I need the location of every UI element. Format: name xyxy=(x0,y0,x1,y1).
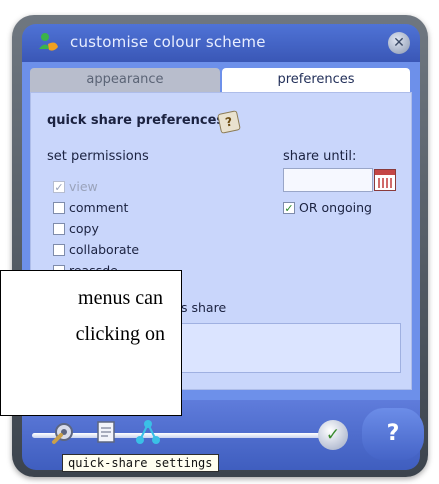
permission-label: copy xyxy=(69,221,99,236)
checkbox-view: ✓ xyxy=(53,181,65,194)
settings-wrench-icon[interactable] xyxy=(50,418,78,446)
user-palette-icon xyxy=(39,33,58,51)
window-title: customise colour scheme xyxy=(70,33,266,51)
section-heading: quick share preferences xyxy=(47,113,225,128)
set-permissions-label: set permissions xyxy=(47,149,149,164)
annotation-callout: menus can clicking on xyxy=(0,270,182,416)
close-icon[interactable]: ✕ xyxy=(388,32,410,54)
tab-bar: appearance preferences xyxy=(30,68,410,92)
tooltip: quick-share settings xyxy=(62,454,219,472)
calendar-icon[interactable] xyxy=(374,169,396,191)
title-bar: customise colour scheme ✕ xyxy=(22,24,420,62)
callout-line-2: clicking on xyxy=(75,323,165,345)
network-icon[interactable] xyxy=(134,418,162,446)
tab-appearance[interactable]: appearance xyxy=(30,68,220,92)
tab-preferences[interactable]: preferences xyxy=(222,68,410,92)
share-until-date-field[interactable] xyxy=(283,168,373,192)
document-icon[interactable] xyxy=(92,418,120,446)
checkbox-ongoing[interactable]: ✓ xyxy=(283,202,295,214)
checkmark-icon[interactable]: ✓ xyxy=(318,420,348,450)
checkbox-copy[interactable] xyxy=(53,223,65,235)
permission-label: view xyxy=(69,179,98,194)
help-icon[interactable]: ? xyxy=(217,110,241,134)
permission-label: comment xyxy=(69,200,129,215)
ongoing-label: OR ongoing xyxy=(299,200,372,215)
help-button[interactable]: ? xyxy=(362,408,424,460)
permission-label: collaborate xyxy=(69,242,140,257)
share-until-label: share until: xyxy=(283,149,357,164)
callout-line-1: menus can xyxy=(78,287,163,309)
checkbox-collaborate[interactable] xyxy=(53,244,65,256)
checkbox-comment[interactable] xyxy=(53,202,65,214)
notes-label: s share xyxy=(181,300,227,315)
